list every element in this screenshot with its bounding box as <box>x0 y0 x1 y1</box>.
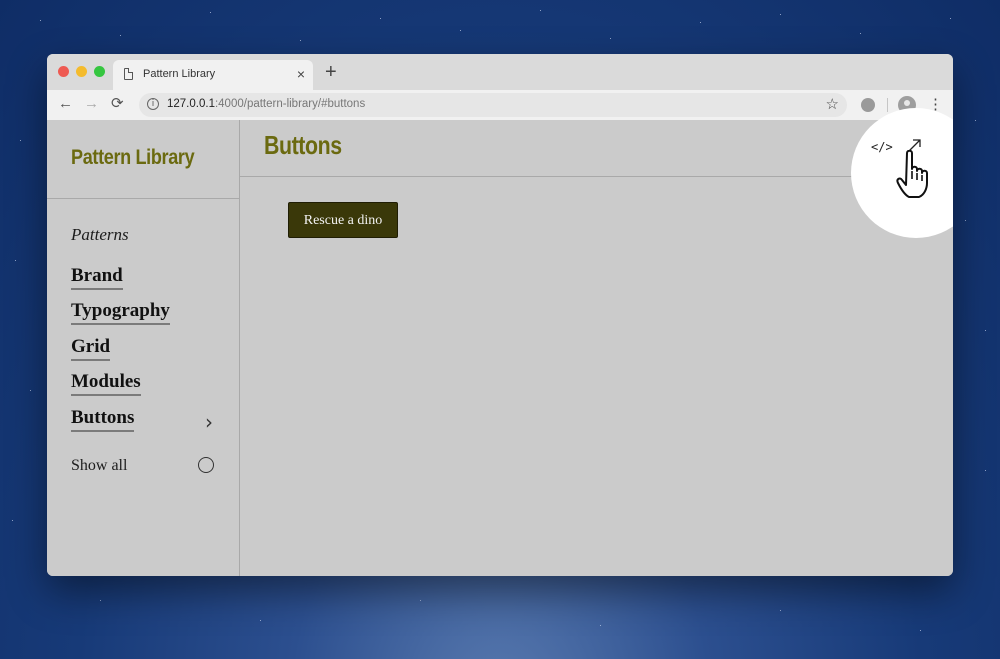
show-all-toggle[interactable] <box>198 457 214 473</box>
browser-window: Pattern Library × + ← → ⟳ i 127.0.0.1:40… <box>47 54 953 576</box>
tab-bar: Pattern Library × + <box>47 54 953 90</box>
forward-button[interactable]: → <box>84 94 99 114</box>
chevron-right-icon: › <box>205 410 213 434</box>
extension-icon[interactable] <box>861 98 875 112</box>
close-tab-icon[interactable]: × <box>297 66 305 82</box>
address-bar[interactable]: i 127.0.0.1:4000/pattern-library/#button… <box>139 93 847 117</box>
sidebar-divider <box>47 198 239 199</box>
hand-pointer-cursor-icon <box>896 150 928 198</box>
bookmark-star-icon[interactable]: ☆ <box>826 95 839 113</box>
minimize-window-button[interactable] <box>76 66 87 77</box>
sidebar-item-buttons[interactable]: Buttons <box>71 407 135 432</box>
reload-button[interactable]: ⟳ <box>111 94 124 114</box>
sidebar: Pattern Library Patterns Brand Typograph… <box>47 120 240 576</box>
main-divider <box>240 176 953 177</box>
sidebar-item-brand[interactable]: Brand <box>71 265 123 290</box>
view-code-icon[interactable]: </> <box>871 140 893 154</box>
sidebar-item-modules[interactable]: Modules <box>71 371 141 396</box>
site-info-icon[interactable]: i <box>147 98 159 110</box>
back-button[interactable]: ← <box>58 94 73 114</box>
page-title: Buttons <box>264 130 342 160</box>
url-host: 127.0.0.1 <box>167 98 215 110</box>
close-window-button[interactable] <box>58 66 69 77</box>
tab-title: Pattern Library <box>143 68 216 80</box>
page-content: Pattern Library Patterns Brand Typograph… <box>47 108 953 576</box>
browser-toolbar: ← → ⟳ i 127.0.0.1:4000/pattern-library/#… <box>47 90 953 121</box>
main-panel: Buttons </> Rescue a dino <box>240 108 953 576</box>
sidebar-item-grid[interactable]: Grid <box>71 336 111 361</box>
toolbar-separator <box>887 98 888 112</box>
url-text: 127.0.0.1:4000/pattern-library/#buttons <box>167 98 365 110</box>
browser-tab[interactable]: Pattern Library × <box>113 60 313 90</box>
patterns-heading: Patterns <box>71 225 129 244</box>
url-path: :4000/pattern-library/#buttons <box>214 98 366 110</box>
rescue-dino-button[interactable]: Rescue a dino <box>288 202 398 238</box>
sidebar-title[interactable]: Pattern Library <box>71 146 195 170</box>
document-icon <box>124 68 133 80</box>
new-tab-button[interactable]: + <box>325 61 337 83</box>
sidebar-item-typography[interactable]: Typography <box>71 300 170 325</box>
zoom-window-button[interactable] <box>94 66 105 77</box>
show-all-label[interactable]: Show all <box>71 457 127 475</box>
